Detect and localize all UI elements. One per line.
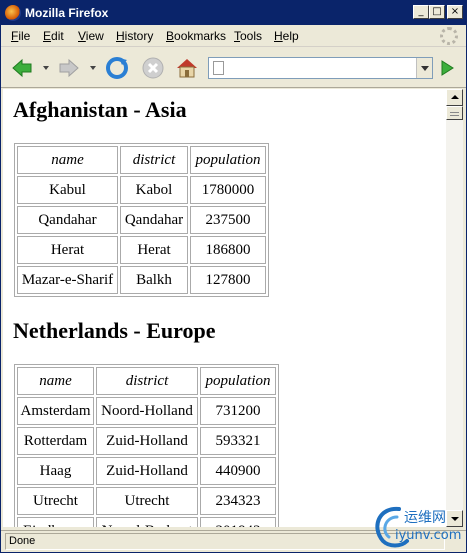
population-cell: 234323 bbox=[200, 487, 276, 515]
forward-history-dropdown-icon[interactable] bbox=[90, 66, 96, 70]
city-name-cell: Amsterdam bbox=[17, 397, 94, 425]
forward-arrow-icon[interactable] bbox=[57, 56, 81, 80]
scrollbar-thumb[interactable] bbox=[446, 106, 463, 120]
menu-file[interactable]: File bbox=[11, 29, 30, 43]
country-heading: Netherlands - Europe bbox=[13, 318, 216, 343]
column-header-district: district bbox=[120, 146, 188, 174]
throbber-icon bbox=[440, 27, 458, 45]
menu-bar: File Edit View History Bookmarks Tools H… bbox=[1, 25, 466, 47]
district-cell: Balkh bbox=[120, 266, 188, 294]
reload-icon[interactable] bbox=[105, 56, 129, 80]
city-name-cell: Rotterdam bbox=[17, 427, 94, 455]
city-name-cell: Herat bbox=[17, 236, 118, 264]
population-cell: 593321 bbox=[200, 427, 276, 455]
population-cell: 440900 bbox=[200, 457, 276, 485]
column-header-district: district bbox=[96, 367, 198, 395]
district-cell: Kabol bbox=[120, 176, 188, 204]
url-bar[interactable] bbox=[208, 57, 433, 79]
minimize-button[interactable]: _ bbox=[413, 5, 429, 19]
menu-help[interactable]: Help bbox=[274, 29, 299, 43]
city-name-cell: Haag bbox=[17, 457, 94, 485]
city-name-cell: Eindhoven bbox=[17, 517, 94, 527]
city-name-cell: Mazar-e-Sharif bbox=[17, 266, 118, 294]
city-name-cell: Kabul bbox=[17, 176, 118, 204]
column-header-name: name bbox=[17, 146, 118, 174]
table-row: Qandahar Qandahar 237500 bbox=[17, 206, 266, 234]
menu-view[interactable]: View bbox=[78, 29, 104, 43]
table-header-row: name district population bbox=[17, 367, 276, 395]
navigation-toolbar bbox=[1, 48, 466, 88]
district-cell: Utrecht bbox=[96, 487, 198, 515]
watermark-bottom-text: iyunv.com bbox=[395, 528, 462, 543]
table-row: Eindhoven Noord-Brabant 201843 bbox=[17, 517, 276, 527]
firefox-logo-icon bbox=[5, 5, 21, 21]
city-table: name district population Amsterdam Noord… bbox=[14, 364, 279, 527]
city-table: name district population Kabul Kabol 178… bbox=[14, 143, 269, 297]
url-history-dropdown-icon[interactable] bbox=[416, 58, 432, 78]
title-bar: Mozilla Firefox _ □ × bbox=[1, 1, 466, 25]
district-cell: Herat bbox=[120, 236, 188, 264]
menu-history[interactable]: History bbox=[116, 29, 153, 43]
city-name-cell: Utrecht bbox=[17, 487, 94, 515]
maximize-button[interactable]: □ bbox=[429, 5, 445, 19]
column-header-population: population bbox=[190, 146, 266, 174]
table-row: Utrecht Utrecht 234323 bbox=[17, 487, 276, 515]
status-text: Done bbox=[9, 535, 36, 547]
menu-edit[interactable]: Edit bbox=[43, 29, 64, 43]
population-cell: 201843 bbox=[200, 517, 276, 527]
window-title: Mozilla Firefox bbox=[25, 6, 109, 20]
go-arrow-icon[interactable] bbox=[437, 56, 457, 80]
population-cell: 1780000 bbox=[190, 176, 266, 204]
url-input[interactable] bbox=[229, 60, 409, 76]
menu-bookmarks[interactable]: Bookmarks bbox=[166, 29, 226, 43]
watermark: 运维网 iyunv.com bbox=[369, 501, 464, 549]
home-icon[interactable] bbox=[175, 56, 199, 80]
population-cell: 127800 bbox=[190, 266, 266, 294]
table-row: Mazar-e-Sharif Balkh 127800 bbox=[17, 266, 266, 294]
table-row: Herat Herat 186800 bbox=[17, 236, 266, 264]
column-header-population: population bbox=[200, 367, 276, 395]
population-cell: 237500 bbox=[190, 206, 266, 234]
back-arrow-icon[interactable] bbox=[10, 56, 34, 80]
district-cell: Noord-Brabant bbox=[96, 517, 198, 527]
table-row: Rotterdam Zuid-Holland 593321 bbox=[17, 427, 276, 455]
vertical-scrollbar[interactable] bbox=[446, 89, 463, 527]
watermark-top-text: 运维网 bbox=[404, 510, 446, 526]
district-cell: Noord-Holland bbox=[96, 397, 198, 425]
page-content: Afghanistan - Asia name district populat… bbox=[3, 89, 446, 527]
district-cell: Zuid-Holland bbox=[96, 427, 198, 455]
district-cell: Qandahar bbox=[120, 206, 188, 234]
browser-window: Mozilla Firefox _ □ × File Edit View His… bbox=[0, 0, 467, 553]
table-row: Kabul Kabol 1780000 bbox=[17, 176, 266, 204]
stop-icon[interactable] bbox=[141, 56, 165, 80]
page-icon bbox=[213, 61, 224, 75]
city-name-cell: Qandahar bbox=[17, 206, 118, 234]
table-row: Amsterdam Noord-Holland 731200 bbox=[17, 397, 276, 425]
district-cell: Zuid-Holland bbox=[96, 457, 198, 485]
back-history-dropdown-icon[interactable] bbox=[43, 66, 49, 70]
table-row: Haag Zuid-Holland 440900 bbox=[17, 457, 276, 485]
menu-tools[interactable]: Tools bbox=[234, 29, 262, 43]
scroll-up-button[interactable] bbox=[446, 89, 463, 106]
country-heading: Afghanistan - Asia bbox=[13, 97, 187, 122]
population-cell: 731200 bbox=[200, 397, 276, 425]
column-header-name: name bbox=[17, 367, 94, 395]
table-header-row: name district population bbox=[17, 146, 266, 174]
population-cell: 186800 bbox=[190, 236, 266, 264]
close-button[interactable]: × bbox=[447, 5, 463, 19]
